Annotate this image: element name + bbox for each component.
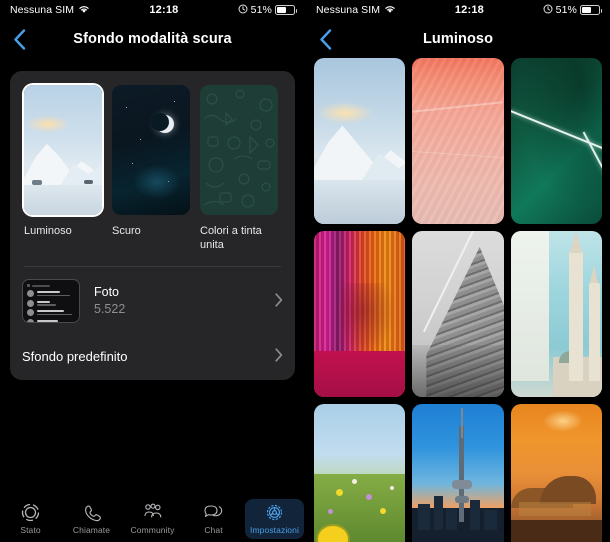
battery-icon — [580, 5, 602, 15]
back-button-left[interactable] — [6, 26, 32, 52]
carrier-label: Nessuna SIM — [10, 4, 75, 16]
wallpaper-city-skyline-tower[interactable] — [412, 404, 504, 542]
battery-icon — [275, 5, 297, 15]
page-title-right: Luminoso — [422, 31, 494, 47]
solid-color-wallpaper-thumbnail[interactable] — [200, 85, 278, 215]
wallpaper-pink-gradient[interactable] — [412, 58, 504, 224]
chevron-right-icon — [275, 348, 283, 365]
alarm-icon — [238, 4, 248, 17]
alarm-icon — [543, 4, 553, 17]
tab-community[interactable]: Community — [123, 499, 182, 539]
wallpaper-grid — [306, 58, 610, 542]
status-bar-left: Nessuna SIM 12:18 51% — [0, 0, 305, 20]
tab-label: Stato — [20, 525, 41, 535]
status-right-group: 51% — [238, 4, 297, 17]
tab-label: Chiamate — [72, 525, 111, 535]
battery-percent-label: 51% — [555, 4, 577, 16]
wallpaper-settings-card: Luminoso Scuro Colori a tinta unita Foto… — [10, 71, 295, 380]
back-button-right[interactable] — [312, 26, 338, 52]
wallpaper-option-label: Colori a tinta unita — [200, 225, 262, 251]
default-row-text: Sfondo predefinito — [22, 349, 267, 365]
page-title-left: Sfondo modalità scura — [73, 31, 232, 47]
wallpaper-colorful-fabric[interactable] — [314, 231, 406, 397]
status-left-group: Nessuna SIM — [10, 4, 90, 17]
status-left-group: Nessuna SIM — [316, 4, 396, 17]
wallpaper-snowy-mountain[interactable] — [314, 58, 406, 224]
battery-percent-label: 51% — [250, 4, 272, 16]
wallpaper-rio-sunset[interactable] — [510, 404, 602, 542]
wallpaper-green-abstract-line[interactable] — [510, 58, 602, 224]
wallpaper-option-bright[interactable]: Luminoso — [24, 85, 102, 252]
chat-bubbles-icon — [203, 503, 224, 522]
wallpaper-mosque-minarets[interactable] — [510, 231, 602, 397]
wallpaper-flower-meadow[interactable] — [314, 404, 406, 542]
wallpaper-option-label: Luminoso — [24, 225, 72, 237]
default-row-title: Sfondo predefinito — [22, 348, 128, 364]
tab-stato[interactable]: Stato — [1, 499, 60, 539]
wallpaper-option-dark[interactable]: Scuro — [112, 85, 190, 252]
tab-label: Impostazioni — [250, 525, 299, 535]
clock-label: 12:18 — [454, 4, 484, 16]
tab-chiamate[interactable]: Chiamate — [62, 499, 121, 539]
wallpaper-pyramid-steps-bw[interactable] — [412, 231, 504, 397]
default-wallpaper-row[interactable]: Sfondo predefinito — [10, 335, 295, 380]
wallpaper-option-solid[interactable]: Colori a tinta unita — [200, 85, 278, 252]
phone-icon — [82, 503, 101, 522]
tab-chat[interactable]: Chat — [184, 499, 243, 539]
photo-row-title: Foto — [94, 285, 120, 299]
bottom-tab-bar: Stato Chiamate Community Chat Impostazio… — [0, 496, 305, 542]
carrier-label: Nessuna SIM — [316, 4, 381, 16]
tab-label: Community — [130, 525, 175, 535]
wifi-icon — [384, 4, 396, 17]
status-bar-right: Nessuna SIM 12:18 51% — [306, 0, 610, 20]
status-ring-icon — [21, 503, 40, 522]
photo-row-count: 5.522 — [94, 302, 126, 316]
nav-bar-right: Luminoso — [306, 20, 610, 58]
chevron-right-icon — [275, 292, 283, 310]
tab-impostazioni[interactable]: Impostazioni — [245, 499, 304, 539]
wifi-icon — [78, 4, 90, 17]
tab-label: Chat — [204, 525, 223, 535]
photo-row-text: Foto 5.522 — [94, 284, 267, 318]
dual-screenshot-container: Nessuna SIM 12:18 51% Sfondo modalità sc… — [0, 0, 610, 542]
chat-list-preview-thumbnail — [22, 279, 80, 323]
right-phone-screen: Nessuna SIM 12:18 51% Luminoso — [305, 0, 610, 542]
community-icon — [142, 503, 163, 522]
wallpaper-option-label: Scuro — [112, 225, 141, 237]
dark-wallpaper-thumbnail[interactable] — [112, 85, 190, 215]
clock-label: 12:18 — [149, 4, 179, 16]
nav-bar-left: Sfondo modalità scura — [0, 20, 305, 58]
status-right-group: 51% — [543, 4, 602, 17]
wallpaper-type-options: Luminoso Scuro Colori a tinta unita — [10, 71, 295, 258]
photo-wallpaper-row[interactable]: Foto 5.522 — [10, 267, 295, 335]
bright-wallpaper-thumbnail[interactable] — [24, 85, 102, 215]
left-phone-screen: Nessuna SIM 12:18 51% Sfondo modalità sc… — [0, 0, 305, 542]
chevron-left-icon — [13, 28, 25, 50]
chevron-left-icon — [319, 28, 331, 50]
gear-icon — [265, 503, 284, 522]
